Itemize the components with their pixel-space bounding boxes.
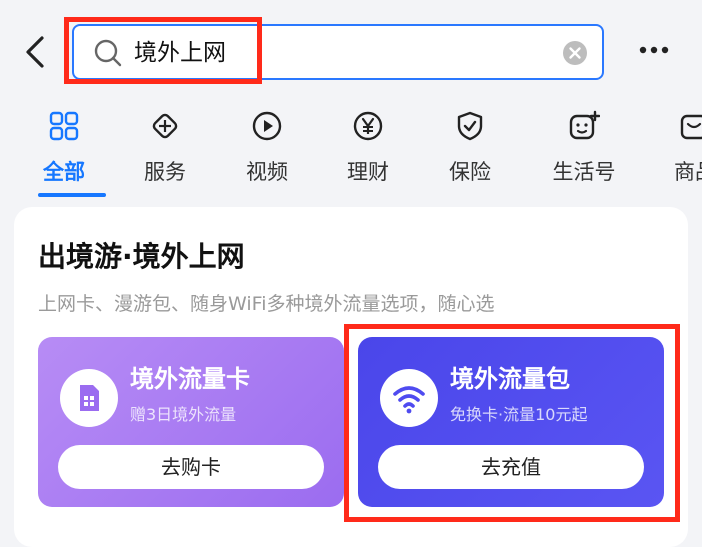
card-title: 出境游·境外上网 [38,240,245,273]
tab-label: 商品 [674,160,702,184]
promo-highlight-box [344,324,680,522]
yen-icon [353,111,383,141]
tab-video[interactable]: 视频 [217,106,317,196]
promo-title: 境外流量卡 [130,365,250,393]
tab-label: 全部 [43,160,85,184]
face-plus-icon [569,110,600,140]
tab-label: 视频 [246,160,288,184]
tab-goods[interactable]: 商品 [648,106,702,196]
tab-life-account[interactable]: 生活号 [534,106,634,196]
more-icon[interactable] [638,37,670,63]
search-highlight-box [64,17,262,84]
top-bar: 境外上网 [0,0,702,100]
tab-label: 保险 [449,160,491,184]
chevron-left-icon [26,36,44,68]
back-button[interactable] [20,32,50,72]
clear-icon[interactable] [562,40,588,66]
cube-icon [152,113,178,139]
tab-label: 生活号 [552,160,616,184]
shop-icon [680,114,702,140]
grid-icon [49,111,79,141]
tab-all[interactable]: 全部 [14,106,114,196]
tab-insurance[interactable]: 保险 [420,106,520,196]
shield-check-icon [457,111,483,141]
sim-card-icon [60,369,118,427]
buy-card-button[interactable]: 去购卡 [58,445,324,489]
category-tabs: 全部 服务 视频 理财 保险 生活号 商 [0,100,702,200]
promo-subtitle: 赠3日境外流量 [130,405,237,424]
tab-services[interactable]: 服务 [115,106,215,196]
tab-label: 服务 [144,160,186,184]
promo-card-sim[interactable]: 境外流量卡 赠3日境外流量 去购卡 [38,337,344,507]
active-tab-indicator [38,193,106,197]
tab-finance[interactable]: 理财 [318,106,418,196]
play-icon [252,111,282,141]
tab-label: 理财 [347,160,389,184]
card-subtitle: 上网卡、漫游包、随身WiFi多种境外流量选项，随心选 [38,293,495,315]
